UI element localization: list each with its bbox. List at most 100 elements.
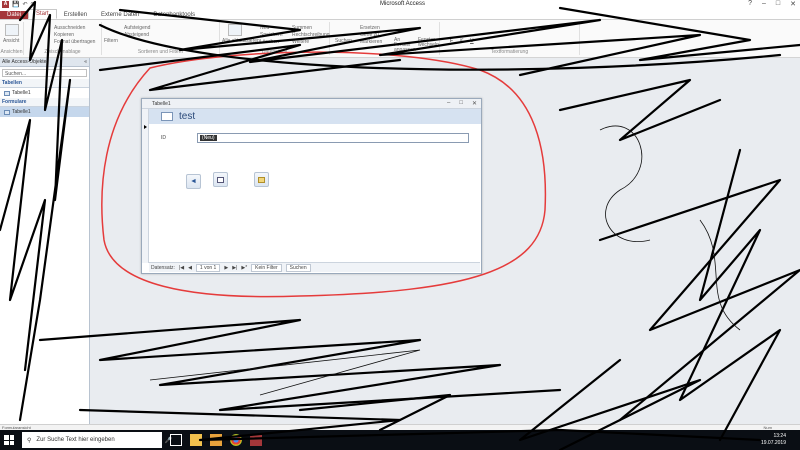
underline-button[interactable]: U — [470, 38, 474, 44]
view-icon[interactable] — [5, 24, 19, 36]
group-label-datensaetze: Datensätze — [261, 49, 288, 55]
taskbar-search-input[interactable]: ⚲ Zur Suche Text hier eingeben 🎤 — [22, 432, 172, 448]
form-command-button[interactable] — [213, 172, 228, 187]
form-header: test — [149, 109, 481, 124]
spelling-button[interactable]: Rechtschreibung — [292, 32, 330, 38]
explorer-icon[interactable] — [190, 434, 202, 446]
first-record-nav-icon[interactable]: |◀ — [179, 265, 184, 271]
window-controls: ? – □ ✕ — [748, 0, 796, 8]
chrome-icon[interactable] — [230, 434, 242, 446]
italic-button[interactable]: K — [460, 38, 463, 44]
access-app-icon: A — [2, 1, 9, 8]
current-record-arrow-icon — [144, 125, 147, 129]
form-logo-icon — [161, 112, 173, 121]
form-minimize-icon[interactable]: – — [447, 100, 450, 107]
group-label-zwischenablage: Zwischenablage — [44, 49, 81, 55]
nav-item-form[interactable]: Tabelle1 — [0, 107, 89, 117]
quick-access-toolbar: A 💾 ↶ ↷ — [2, 1, 36, 9]
nav-search-input[interactable]: Suchen... — [2, 69, 87, 77]
taskbar: ⚲ Zur Suche Text hier eingeben 🎤 13:24 1… — [0, 430, 800, 450]
switch-window-button[interactable]: Fenster wechseln — [418, 38, 440, 48]
minimize-icon[interactable]: – — [762, 0, 766, 8]
last-record-nav-icon[interactable]: ▶| — [232, 265, 237, 271]
more-button[interactable]: Weitere — [292, 39, 309, 45]
replace-button[interactable]: Ersetzen — [360, 25, 380, 31]
tab-start[interactable]: Start — [28, 9, 57, 19]
goto-button[interactable]: Gehe zu — [360, 32, 379, 38]
id-value: (Neu) — [200, 135, 217, 141]
save-icon[interactable]: 💾 — [12, 1, 19, 9]
query-command-button[interactable] — [254, 172, 269, 187]
tab-datenbanktools[interactable]: Datenbanktools — [146, 11, 202, 19]
new-record-button[interactable]: Neu — [260, 25, 269, 31]
group-label-ansichten: Ansichten — [0, 49, 23, 55]
outlook-icon[interactable] — [210, 434, 222, 446]
nav-item-label: Tabelle1 — [12, 109, 31, 115]
form-window-titlebar[interactable]: Tabelle1 – □ ✕ — [142, 99, 481, 109]
refresh-all-button[interactable]: Alle aktualisieren — [222, 38, 260, 44]
access-icon[interactable] — [250, 434, 262, 446]
form-maximize-icon[interactable]: □ — [459, 100, 463, 107]
group-ansichten: Ansicht Ansichten — [0, 22, 24, 55]
next-record-nav-icon[interactable]: ▶ — [224, 265, 228, 271]
find-button[interactable]: Suchen — [335, 38, 352, 44]
select-button[interactable]: Markieren — [360, 39, 382, 45]
delete-record-button[interactable]: Löschen — [260, 39, 279, 45]
group-textformatierung: F K U Textformatierung — [440, 22, 580, 55]
collapse-pane-icon[interactable]: « — [84, 59, 87, 65]
form-window-title: Tabelle1 — [152, 101, 171, 107]
record-selector[interactable] — [142, 109, 149, 263]
title-bar: A 💾 ↶ ↷ Microsoft Access ? – □ ✕ — [0, 0, 800, 10]
cut-button[interactable]: Ausschneiden — [54, 25, 85, 31]
group-label-sortieren: Sortieren und Filtern — [137, 49, 184, 55]
view-button[interactable]: Ansicht — [3, 38, 19, 44]
form-icon — [4, 109, 10, 115]
copy-button[interactable]: Kopieren — [54, 32, 74, 38]
clock-time: 13:24 — [773, 433, 786, 439]
nav-item-label: Tabelle1 — [12, 90, 31, 96]
form-title: test — [179, 111, 196, 122]
group-label-textformatierung: Textformatierung — [490, 49, 529, 55]
nav-header-label: Alle Access-Objekte — [2, 59, 47, 65]
redo-icon[interactable]: ↷ — [31, 1, 36, 9]
record-nav-prefix: Datensatz: — [151, 264, 175, 271]
prev-record-nav-icon[interactable]: ◀ — [188, 265, 192, 271]
nav-item-table[interactable]: Tabelle1 — [0, 88, 89, 98]
nav-group-formulare[interactable]: Formulare — [0, 98, 89, 107]
undo-icon[interactable]: ↶ — [22, 1, 27, 9]
table-icon — [4, 90, 10, 96]
ribbon-tabs: Datei Start Erstellen Externe Daten Date… — [0, 9, 800, 20]
system-tray[interactable]: 13:24 19.07.2019 — [761, 433, 786, 447]
new-record-nav-icon[interactable]: ▶* — [241, 265, 247, 271]
nav-header[interactable]: Alle Access-Objekte « — [0, 58, 89, 67]
sort-asc-button[interactable]: Aufsteigend — [124, 25, 150, 31]
record-search-input[interactable]: Suchen — [285, 263, 311, 272]
tab-externe-daten[interactable]: Externe Daten — [94, 11, 146, 19]
filter-indicator[interactable]: Kein Filter — [251, 263, 282, 272]
first-record-button[interactable]: ◄ — [186, 174, 201, 189]
task-view-icon[interactable] — [170, 434, 182, 446]
close-icon[interactable]: ✕ — [790, 0, 796, 8]
nav-group-tabellen[interactable]: Tabellen — [0, 79, 89, 88]
query-icon — [258, 176, 265, 183]
maximize-icon[interactable]: □ — [776, 0, 780, 8]
save-record-button[interactable]: Speichern — [260, 32, 283, 38]
help-icon[interactable]: ? — [748, 0, 752, 8]
tab-datei[interactable]: Datei — [0, 11, 29, 19]
filter-button[interactable]: Filtern — [104, 38, 118, 44]
format-painter-button[interactable]: Format übertragen — [54, 39, 95, 45]
totals-button[interactable]: Summen — [292, 25, 312, 31]
start-icon[interactable] — [4, 435, 14, 445]
tab-erstellen[interactable]: Erstellen — [57, 11, 94, 19]
record-position[interactable]: 1 von 1 — [195, 263, 221, 272]
search-icon: ⚲ — [27, 437, 32, 444]
form-window: Tabelle1 – □ ✕ test ID (Neu) ◄ Datensatz… — [141, 98, 482, 274]
ribbon: Ansicht Ansichten Ausschneiden Kopieren … — [0, 20, 800, 58]
fit-window-button[interactable]: An Fenster anpassen — [394, 38, 416, 53]
sort-desc-button[interactable]: Absteigend — [124, 32, 149, 38]
id-field[interactable]: (Neu) — [197, 133, 469, 143]
window-title: Microsoft Access — [380, 1, 426, 7]
bold-button[interactable]: F — [450, 38, 453, 44]
form-close-icon[interactable]: ✕ — [472, 100, 477, 107]
refresh-icon[interactable] — [228, 24, 242, 36]
